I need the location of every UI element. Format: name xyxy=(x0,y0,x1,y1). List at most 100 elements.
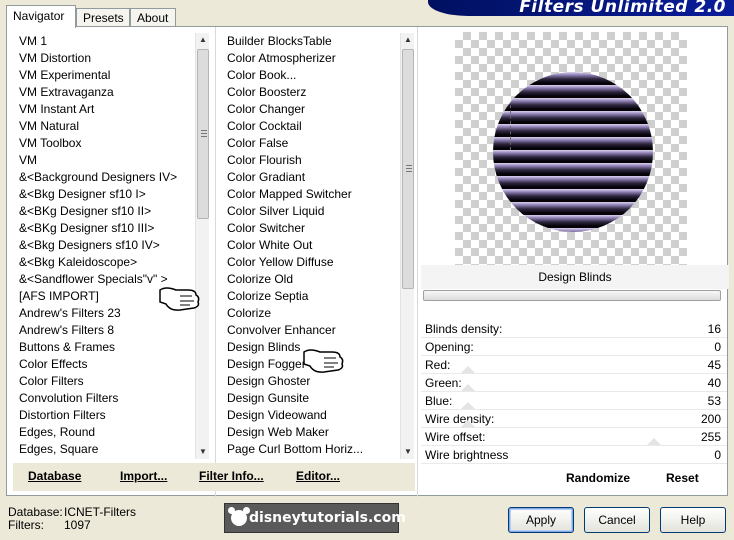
slider-marker-icon[interactable] xyxy=(461,366,475,373)
help-button[interactable]: Help xyxy=(660,507,726,533)
watermark-text: disneytutorials.com xyxy=(249,510,406,526)
filter-info-button[interactable]: Filter Info... xyxy=(199,469,264,483)
filter-item[interactable]: Color Boosterz xyxy=(227,84,397,101)
parameter-name: Wire density: xyxy=(425,412,495,426)
parameter-value: 200 xyxy=(700,412,721,426)
filter-item[interactable]: Color Atmospherizer xyxy=(227,50,397,67)
filter-item[interactable]: Design Videowand xyxy=(227,407,397,424)
arrow-up-icon[interactable]: ▲ xyxy=(401,33,415,47)
filter-item[interactable]: Convolver Enhancer xyxy=(227,322,397,339)
filter-item[interactable]: Color Book... xyxy=(227,67,397,84)
category-list[interactable]: VM 1 VM Distortion VM Experimental VM Extra… xyxy=(19,33,195,459)
hand-pointer-icon xyxy=(159,287,200,311)
filter-scrollbar[interactable]: ▲ ▼ xyxy=(400,33,414,459)
arrow-up-icon[interactable]: ▲ xyxy=(196,33,210,47)
category-item[interactable]: &<Bkg Designer sf10 I> xyxy=(19,186,195,203)
arrow-down-icon[interactable]: ▼ xyxy=(196,445,210,459)
category-item[interactable]: Convolution Filters xyxy=(19,390,195,407)
category-item[interactable]: VM Toolbox xyxy=(19,135,195,152)
parameter-row[interactable]: Opening: 0 xyxy=(421,338,727,356)
filter-item[interactable]: Color Changer xyxy=(227,101,397,118)
parameter-value: 16 xyxy=(707,322,721,336)
filter-item[interactable]: Colorize xyxy=(227,305,397,322)
tab-about[interactable]: About xyxy=(130,8,176,27)
filter-item[interactable]: Design Gunsite xyxy=(227,390,397,407)
filter-item[interactable]: Builder BlocksTable xyxy=(227,33,397,50)
filter-item[interactable]: Color Switcher xyxy=(227,220,397,237)
preview-canvas xyxy=(455,32,687,266)
tab-presets[interactable]: Presets xyxy=(76,8,130,27)
category-item[interactable]: Color Filters xyxy=(19,373,195,390)
category-scroll-thumb[interactable] xyxy=(197,49,209,219)
category-item[interactable]: Edges, Square xyxy=(19,441,195,458)
list-item-label: Design Web Maker xyxy=(227,425,329,439)
parameter-row[interactable]: Wire brightness 0 xyxy=(421,446,727,464)
category-item[interactable]: &<Bkg Kaleidoscope> xyxy=(19,254,195,271)
category-item[interactable]: Color Effects xyxy=(19,356,195,373)
category-item[interactable]: Edges, Round xyxy=(19,424,195,441)
parameter-value: 0 xyxy=(714,340,721,354)
filters-count-value: 1097 xyxy=(64,518,91,532)
cancel-button[interactable]: Cancel xyxy=(584,507,650,533)
filter-item[interactable]: Design Ghoster xyxy=(227,373,397,390)
filter-item[interactable]: Design Web Maker xyxy=(227,424,397,441)
filter-item[interactable]: Page Curl Bottom Horiz... xyxy=(227,441,397,458)
category-item[interactable]: &<BKg Designer sf10 II> xyxy=(19,203,195,220)
database-info: Database:ICNET-Filters Filters: 1097 xyxy=(8,506,136,532)
category-item[interactable]: VM 1 xyxy=(19,33,195,50)
filter-list[interactable]: Builder BlocksTable Color Atmospherizer Co… xyxy=(227,33,397,459)
category-item[interactable]: VM Extravaganza xyxy=(19,84,195,101)
reset-button[interactable]: Reset xyxy=(666,471,699,485)
filter-item[interactable]: Color Silver Liquid xyxy=(227,203,397,220)
slider-marker-icon[interactable] xyxy=(461,420,475,427)
apply-button[interactable]: Apply xyxy=(508,507,574,533)
database-button[interactable]: Database xyxy=(28,469,81,483)
slider-marker-icon[interactable] xyxy=(461,402,475,409)
arrow-down-icon[interactable]: ▼ xyxy=(401,445,415,459)
category-item[interactable]: &<BKg Designer sf10 III> xyxy=(19,220,195,237)
filter-item[interactable]: Color Cocktail xyxy=(227,118,397,135)
editor-button[interactable]: Editor... xyxy=(296,469,340,483)
import-button[interactable]: Import... xyxy=(120,469,167,483)
category-item[interactable]: Buttons & Frames xyxy=(19,339,195,356)
category-item[interactable]: VM Distortion xyxy=(19,50,195,67)
filter-scroll-thumb[interactable] xyxy=(402,49,414,289)
parameter-row[interactable]: Wire offset: 255 xyxy=(421,428,727,446)
parameter-row[interactable]: Green: 40 xyxy=(421,374,727,392)
parameter-row[interactable]: Red: 45 xyxy=(421,356,727,374)
navigator-panel: VM 1 VM Distortion VM Experimental VM Extra… xyxy=(6,26,729,497)
filter-item[interactable]: Color Mapped Switcher xyxy=(227,186,397,203)
parameter-name: Blinds density: xyxy=(425,322,503,336)
parameter-row[interactable]: Wire density: 200 xyxy=(421,410,727,428)
list-toolbar: Database Import... Filter Info... Editor… xyxy=(13,463,415,491)
category-item[interactable]: Andrew's Filters 8 xyxy=(19,322,195,339)
filter-item[interactable]: Color Gradiant xyxy=(227,169,397,186)
parameter-value: 255 xyxy=(700,430,721,444)
filter-item[interactable]: Color Yellow Diffuse xyxy=(227,254,397,271)
filter-item[interactable]: Color White Out xyxy=(227,237,397,254)
parameter-row[interactable]: Blue: 53 xyxy=(421,392,727,410)
category-item[interactable]: VM Natural xyxy=(19,118,195,135)
category-scrollbar[interactable]: ▲ ▼ xyxy=(195,33,209,459)
parameter-name: Blue: xyxy=(425,394,453,408)
category-item[interactable]: &<Background Designers IV> xyxy=(19,169,195,186)
category-item[interactable]: VM Instant Art xyxy=(19,101,195,118)
filter-item[interactable]: Colorize Septia xyxy=(227,288,397,305)
category-item[interactable]: Distortion Filters xyxy=(19,407,195,424)
category-item[interactable]: VM Experimental xyxy=(19,67,195,84)
column-divider xyxy=(215,27,216,497)
category-item[interactable]: &<Bkg Designers sf10 IV> xyxy=(19,237,195,254)
slider-marker-icon[interactable] xyxy=(461,384,475,391)
randomize-button[interactable]: Randomize xyxy=(566,471,630,485)
filter-item[interactable]: Color False xyxy=(227,135,397,152)
filter-item[interactable]: Color Flourish xyxy=(227,152,397,169)
tab-navigator[interactable]: Navigator xyxy=(6,5,76,28)
slider-marker-icon[interactable] xyxy=(647,438,661,445)
category-item[interactable]: VM xyxy=(19,152,195,169)
filter-item[interactable]: Colorize Old xyxy=(227,271,397,288)
parameter-value: 40 xyxy=(707,376,721,390)
app-banner: Filters Unlimited 2.0 xyxy=(428,0,734,16)
parameter-row[interactable]: Blinds density: 16 xyxy=(421,320,727,338)
column-divider xyxy=(417,27,418,497)
progress-bar xyxy=(423,290,721,301)
